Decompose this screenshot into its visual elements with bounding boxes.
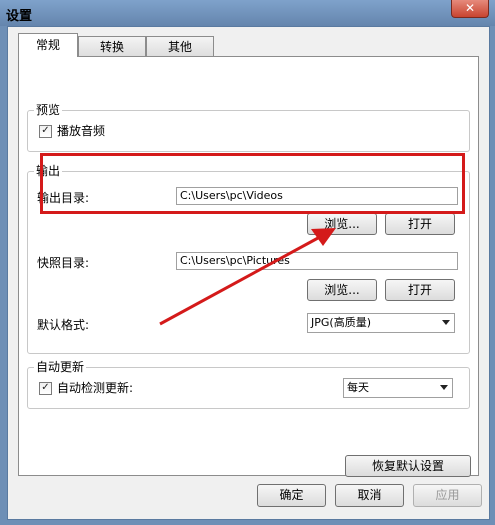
tab-general[interactable]: 常规 xyxy=(18,33,78,57)
settings-window: 设置 ✕ 常规 转换 其他 预览 ✓ 播放音频 输出 输出目录: C:\User… xyxy=(0,0,495,525)
arrow-head xyxy=(311,228,336,246)
arrow-shaft xyxy=(159,236,319,326)
annotation-arrow xyxy=(159,228,336,326)
